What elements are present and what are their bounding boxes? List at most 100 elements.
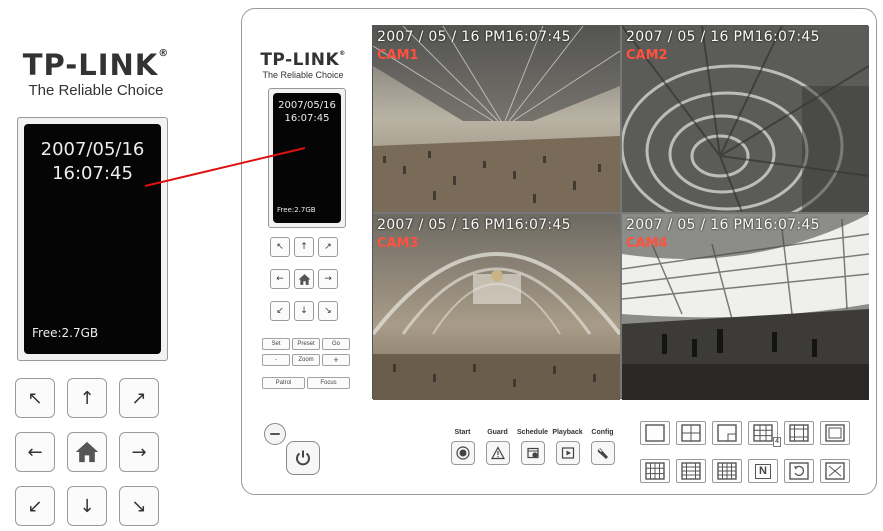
ptz-up-right-button[interactable]: ↗ — [318, 237, 338, 257]
layout-rotate-view-button[interactable] — [784, 459, 814, 483]
lcd-display-zoomed: 2007/05/16 16:07:45 Free:2.7GB — [17, 117, 168, 361]
layout-16-view-button[interactable] — [712, 459, 742, 483]
ptz-controls: Set Preset Go - Zoom + — [262, 338, 350, 366]
camera-3-timestamp: 2007 / 05 / 16 PM16:07:45 — [377, 217, 571, 233]
start-button[interactable] — [450, 441, 475, 465]
layout-12-icon — [645, 462, 665, 480]
ptz-right-button[interactable]: → — [119, 432, 159, 472]
layout-1-icon — [645, 424, 665, 442]
ptz-down-left-button[interactable]: ↙ — [270, 301, 290, 321]
layout-fullscreen-view-button[interactable] — [820, 459, 850, 483]
layout-9-icon — [753, 424, 773, 442]
layout-12-view-button[interactable] — [640, 459, 670, 483]
brand-logo-small: TP-LINK® The Reliable Choice — [257, 50, 349, 80]
guard-button[interactable] — [485, 441, 510, 465]
power-controls — [264, 423, 324, 475]
camera-view-4[interactable]: 2007 / 05 / 16 PM16:07:45 CAM4 — [622, 214, 869, 400]
ptz-home-button[interactable] — [67, 432, 107, 472]
layout-n-view-button[interactable]: N — [748, 459, 778, 483]
lcd-free-space: Free:2.7GB — [32, 326, 99, 340]
layout-9-view-button[interactable]: 4 — [748, 421, 781, 447]
layout-4-view-button[interactable] — [676, 421, 706, 445]
ptz-right-button[interactable]: → — [318, 269, 338, 289]
lcd-datetime: 2007/05/16 16:07:45 — [24, 138, 161, 186]
lcd-free-space-small: Free:2.7GB — [277, 206, 316, 214]
function-schedule: Schedule — [517, 429, 548, 465]
lcd-time-small: 16:07:45 — [284, 113, 330, 124]
warning-icon — [490, 446, 505, 460]
schedule-button[interactable] — [520, 441, 545, 465]
layout-10-view-button[interactable] — [784, 421, 814, 445]
function-playback: Playback — [552, 429, 583, 465]
home-icon — [75, 441, 99, 463]
layout-1-view-button[interactable] — [640, 421, 670, 445]
camera-view-3[interactable]: 2007 / 05 / 16 PM16:07:45 CAM3 — [373, 214, 620, 400]
play-icon — [561, 447, 574, 459]
ptz-down-button[interactable]: ↓ — [67, 486, 107, 526]
n-icon: N — [755, 463, 771, 479]
config-label: Config — [591, 429, 614, 436]
ptz-up-left-button[interactable]: ↖ — [270, 237, 290, 257]
function-guard: Guard — [482, 429, 513, 465]
config-button[interactable] — [590, 441, 615, 465]
ptz-up-right-button[interactable]: ↗ — [119, 378, 159, 418]
set-button[interactable]: Set — [262, 338, 290, 350]
lcd-screen-small: 2007/05/16 16:07:45 Free:2.7GB — [273, 93, 341, 223]
layout-4-icon — [681, 424, 701, 442]
guard-label: Guard — [487, 429, 508, 436]
ptz-controls-row3: Patrol Focus — [262, 377, 350, 389]
arrow-up-right-icon: ↗ — [324, 242, 332, 252]
power-button[interactable] — [286, 441, 320, 475]
zoom-out-button[interactable]: - — [262, 354, 290, 366]
ptz-left-button[interactable]: ← — [270, 269, 290, 289]
layout-13-view-button[interactable] — [676, 459, 706, 483]
camera-view-1[interactable]: 2007 / 05 / 16 PM16:07:45 CAM1 — [373, 26, 620, 212]
power-icon — [296, 450, 310, 466]
ptz-down-right-button[interactable]: ↘ — [318, 301, 338, 321]
start-label: Start — [454, 429, 471, 436]
layout-border-view-button[interactable] — [820, 421, 850, 445]
ptz-left-button[interactable]: ← — [15, 432, 55, 472]
arrow-left-icon: ← — [27, 441, 43, 463]
arrow-up-left-icon: ↖ — [27, 387, 43, 409]
ptz-up-left-button[interactable]: ↖ — [15, 378, 55, 418]
ptz-down-right-button[interactable]: ↘ — [119, 486, 159, 526]
brand-tagline: The Reliable Choice — [28, 82, 164, 99]
lcd-display: 2007/05/16 16:07:45 Free:2.7GB — [268, 88, 346, 228]
layout-border-icon — [825, 424, 845, 442]
layout-buttons: 4 N — [640, 421, 850, 483]
patrol-button[interactable]: Patrol — [262, 377, 305, 389]
focus-button[interactable]: Focus — [307, 377, 350, 389]
layout-10-icon — [789, 424, 809, 442]
ptz-home-button[interactable] — [294, 269, 314, 289]
lcd-date: 2007/05/16 — [40, 139, 145, 160]
ptz-down-left-button[interactable]: ↙ — [15, 486, 55, 526]
camera-3-label: CAM3 — [377, 236, 419, 251]
camera-1-label: CAM1 — [377, 48, 419, 63]
minus-button[interactable] — [264, 423, 286, 445]
ptz-dpad-zoomed: ↖ ↑ ↗ ← → ↙ ↓ ↘ — [15, 378, 159, 526]
preset-button[interactable]: Preset — [292, 338, 320, 350]
arrow-down-left-icon: ↙ — [276, 306, 284, 316]
schedule-icon — [526, 447, 539, 459]
layout-16-icon — [717, 462, 737, 480]
playback-label: Playback — [552, 429, 583, 436]
arrow-up-icon: ↑ — [79, 387, 95, 409]
layout-badge: 4 — [773, 437, 781, 447]
go-button[interactable]: Go — [322, 338, 350, 350]
camera-view-2[interactable]: 2007 / 05 / 16 PM16:07:45 CAM2 — [622, 26, 869, 212]
ptz-up-button[interactable]: ↑ — [294, 237, 314, 257]
ptz-up-button[interactable]: ↑ — [67, 378, 107, 418]
ptz-dpad: ↖ ↑ ↗ ← → ↙ ↓ ↘ — [270, 237, 338, 321]
fullscreen-icon — [825, 462, 845, 480]
brand-name: TP-LINK® — [22, 48, 170, 82]
arrow-down-icon: ↓ — [79, 495, 95, 517]
playback-button[interactable] — [555, 441, 580, 465]
zoom-in-button[interactable]: + — [322, 354, 350, 366]
arrow-right-icon: → — [324, 274, 332, 284]
arrow-up-icon: ↑ — [300, 242, 308, 252]
arrow-left-icon: ← — [276, 274, 284, 284]
layout-pip-view-button[interactable] — [712, 421, 742, 445]
ptz-down-button[interactable]: ↓ — [294, 301, 314, 321]
layout-13-icon — [681, 462, 701, 480]
